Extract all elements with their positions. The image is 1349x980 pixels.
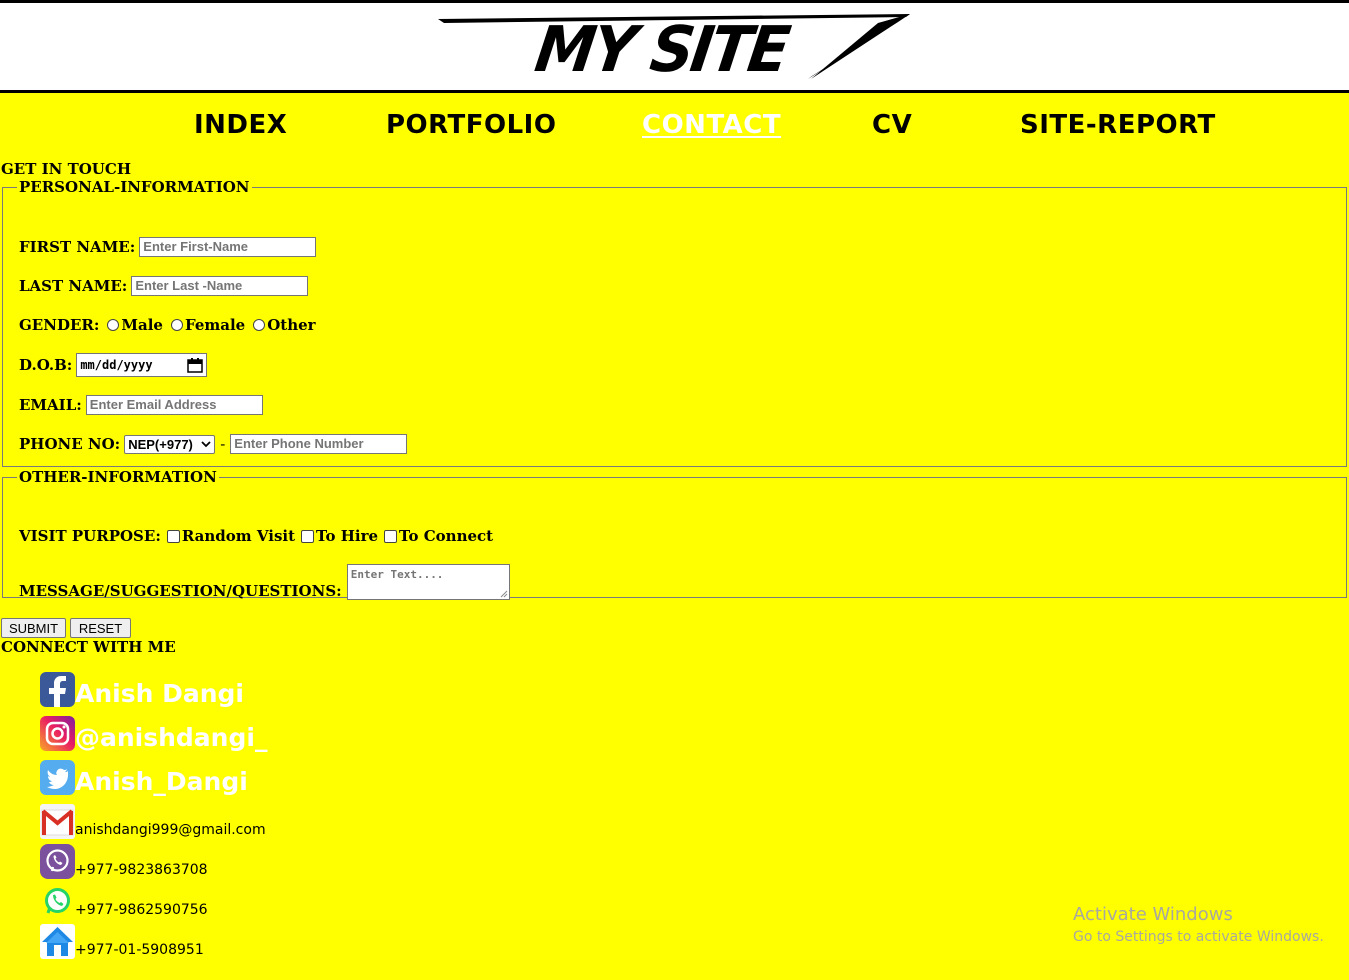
site-header: MY SITE (0, 0, 1349, 93)
nav-index[interactable]: INDEX (194, 108, 287, 142)
logo-text: MY SITE (530, 13, 792, 87)
gender-male-label: Male (121, 316, 163, 334)
visit-purpose-label: VISIT PURPOSE: (19, 527, 161, 545)
viber-number: +977-9823863708 (75, 862, 208, 878)
whatsapp-icon (40, 884, 75, 919)
twitter-icon (40, 760, 75, 795)
personal-info-fieldset: PERSONAL-INFORMATION FIRST NAME: Enter F… (2, 178, 1347, 467)
viber-icon (40, 844, 75, 879)
whatsapp-link[interactable]: +977-9862590756 (40, 884, 208, 919)
email-address: anishdangi999@gmail.com (75, 822, 266, 838)
country-code-select[interactable]: NEP(+977) (124, 434, 216, 454)
last-name-input[interactable]: Enter Last -Name (131, 276, 309, 296)
phone-label: PHONE NO: (19, 435, 121, 453)
first-name-input[interactable]: Enter First-Name (139, 237, 317, 257)
message-textarea[interactable]: Enter Text.... (346, 564, 510, 600)
dob-row: D.O.B: mm/dd/yyyy (19, 353, 208, 377)
page-heading: GET IN TOUCH (1, 160, 131, 178)
message-placeholder: Enter Text.... (350, 568, 444, 581)
to-connect-checkbox[interactable] (384, 529, 398, 543)
gender-male-radio[interactable] (107, 319, 120, 331)
facebook-icon (40, 672, 75, 707)
watermark-subtitle: Go to Settings to activate Windows. (1073, 929, 1324, 945)
visit-purpose-row: VISIT PURPOSE: Random Visit To Hire To C… (19, 527, 493, 545)
phone-input[interactable]: Enter Phone Number (230, 434, 408, 454)
main-nav: INDEX PORTFOLIO CONTACT CV SITE-REPORT (0, 108, 1349, 144)
message-row: MESSAGE/SUGGESTION/QUESTIONS: Enter Text… (19, 564, 510, 600)
random-visit-checkbox[interactable] (166, 529, 180, 543)
other-info-legend: OTHER-INFORMATION (19, 468, 217, 486)
instagram-link[interactable]: @anishdangi_ (40, 716, 267, 751)
whatsapp-number: +977-9862590756 (75, 902, 208, 918)
dob-label: D.O.B: (19, 356, 73, 374)
gender-label: GENDER: (19, 316, 100, 334)
country-code-value: NEP(+977) (128, 436, 193, 452)
twitter-link[interactable]: Anish_Dangi (40, 760, 248, 795)
personal-info-legend: PERSONAL-INFORMATION (19, 178, 250, 196)
dob-input[interactable]: mm/dd/yyyy (76, 353, 208, 377)
resize-handle-icon[interactable] (500, 590, 508, 598)
connect-heading: CONNECT WITH ME (1, 638, 176, 656)
dob-placeholder: mm/dd/yyyy (80, 358, 153, 372)
submit-button[interactable]: SUBMIT (1, 618, 66, 638)
nav-contact[interactable]: CONTACT (642, 108, 781, 142)
viber-link[interactable]: +977-9823863708 (40, 844, 208, 879)
other-info-fieldset: OTHER-INFORMATION VISIT PURPOSE: Random … (2, 468, 1347, 600)
gender-row: GENDER: Male Female Other (19, 316, 316, 334)
first-name-label: FIRST NAME: (19, 238, 136, 256)
nav-cv[interactable]: CV (872, 108, 912, 142)
email-row: EMAIL: Enter Email Address (19, 395, 263, 415)
gender-other-label: Other (267, 316, 316, 334)
watermark-title: Activate Windows (1073, 904, 1233, 925)
gender-female-radio[interactable] (170, 319, 183, 331)
instagram-icon (40, 716, 75, 751)
home-phone-number: +977-01-5908951 (75, 942, 204, 958)
twitter-handle: Anish_Dangi (75, 767, 248, 796)
random-visit-label: Random Visit (181, 527, 296, 545)
activate-windows-watermark: Activate Windows Go to Settings to activ… (1073, 904, 1324, 945)
reset-button[interactable]: RESET (70, 618, 131, 638)
gender-other-radio[interactable] (253, 319, 266, 331)
email-link[interactable]: anishdangi999@gmail.com (40, 804, 266, 839)
home-phone-link[interactable]: +977-01-5908951 (40, 924, 204, 959)
gmail-icon (40, 804, 75, 839)
site-logo[interactable]: MY SITE (438, 9, 913, 87)
chevron-down-icon (201, 441, 211, 448)
email-label: EMAIL: (19, 396, 82, 414)
facebook-handle: Anish Dangi (75, 679, 244, 708)
to-hire-label: To Hire (316, 527, 379, 545)
first-name-row: FIRST NAME: Enter First-Name (19, 237, 317, 257)
last-name-label: LAST NAME: (19, 277, 128, 295)
to-hire-checkbox[interactable] (301, 529, 315, 543)
nav-site-report[interactable]: SITE-REPORT (1020, 108, 1216, 142)
calendar-icon[interactable] (187, 357, 204, 373)
to-connect-label: To Connect (399, 527, 494, 545)
gender-female-label: Female (184, 316, 246, 334)
facebook-link[interactable]: Anish Dangi (40, 672, 244, 707)
home-icon (40, 924, 75, 959)
last-name-row: LAST NAME: Enter Last -Name (19, 276, 309, 296)
nav-portfolio[interactable]: PORTFOLIO (386, 108, 556, 142)
phone-separator: - (220, 435, 226, 453)
email-input[interactable]: Enter Email Address (85, 395, 263, 415)
message-label: MESSAGE/SUGGESTION/QUESTIONS: (19, 582, 342, 600)
instagram-handle: @anishdangi_ (75, 723, 268, 752)
phone-row: PHONE NO: NEP(+977) - Enter Phone Number (19, 434, 408, 454)
